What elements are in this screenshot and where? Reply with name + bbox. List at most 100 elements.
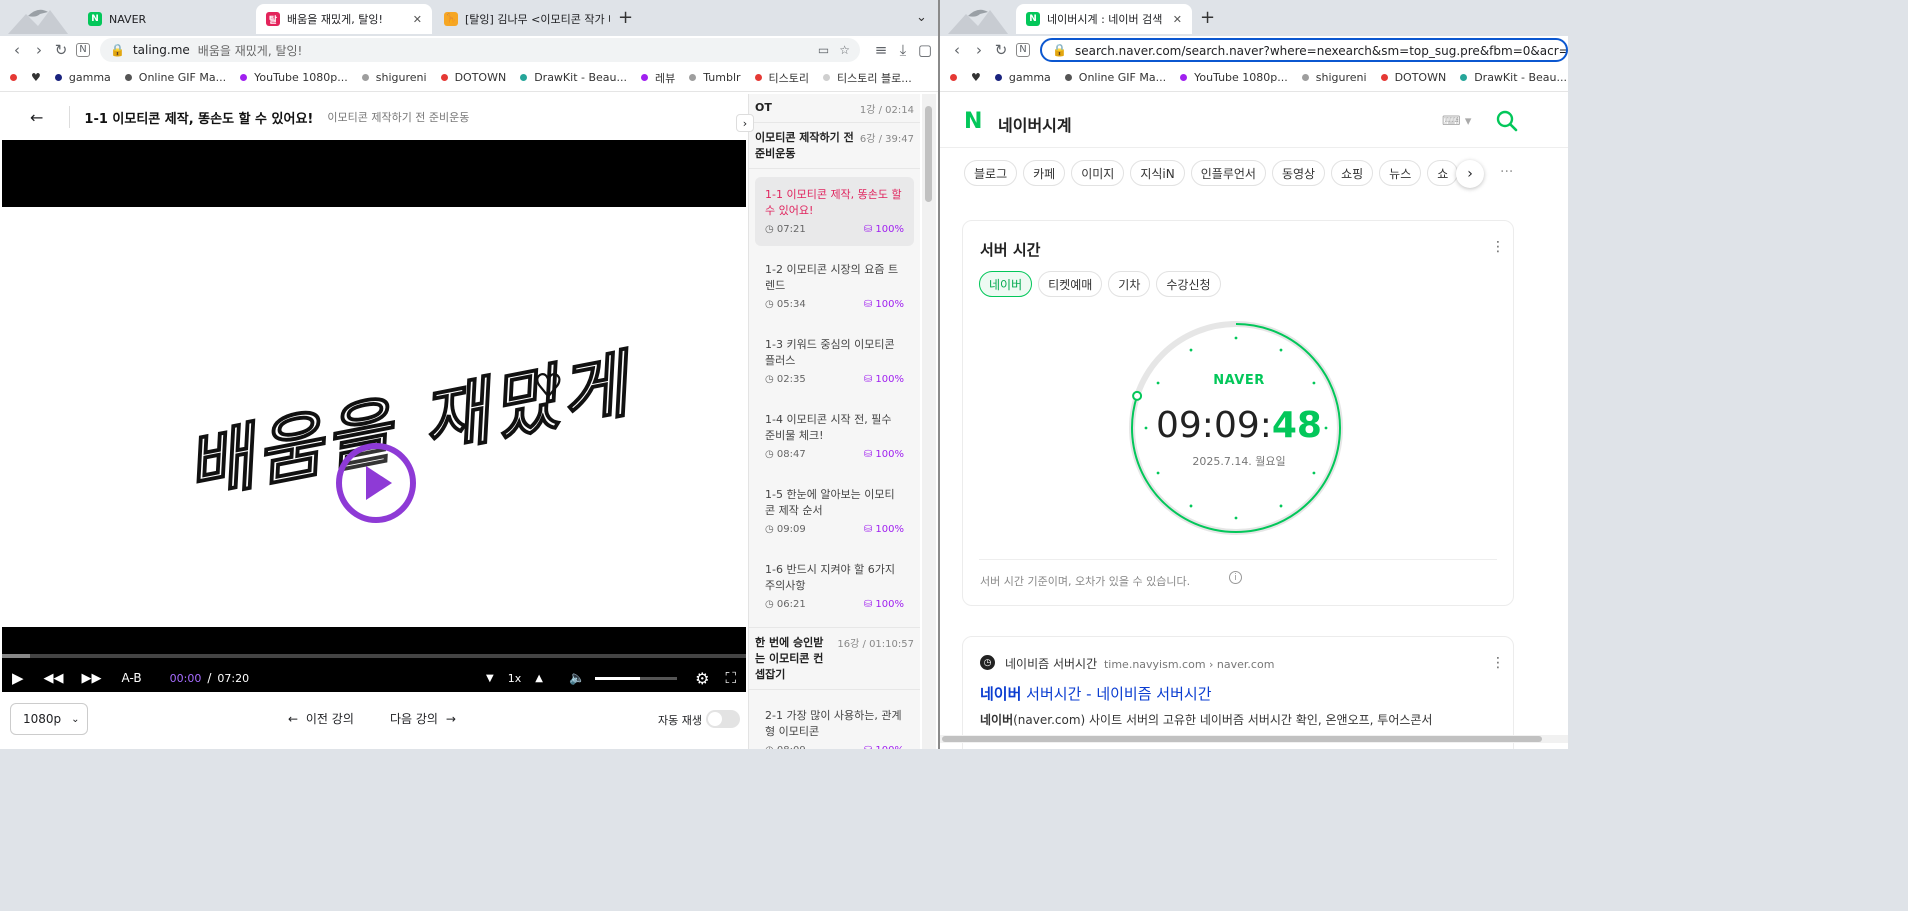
tab-taling[interactable]: 탈 배움을 재밌게, 탈잉! ✕ [256, 4, 432, 34]
naver-n-icon[interactable]: N [1016, 43, 1030, 57]
forward-arrow-icon[interactable]: › [968, 41, 990, 59]
category-next-button[interactable]: › [1456, 160, 1484, 188]
settings-gear-icon[interactable]: ⚙ [695, 669, 709, 688]
play-icon[interactable]: ▶ [12, 669, 24, 687]
rewind-icon[interactable]: ◀◀ [44, 671, 64, 686]
bookmark-item[interactable]: Online GIF Ma... [1064, 71, 1166, 84]
bookmark-item[interactable]: DrawKit - Beau... [520, 71, 627, 84]
bookmark-item[interactable]: Online GIF Ma... [124, 71, 226, 84]
result-title-link[interactable]: 네이버 서버시간 - 네이비즘 서버시간 [980, 683, 1212, 704]
bookmark-item[interactable]: DOTOWN [440, 71, 506, 84]
fast-forward-icon[interactable]: ▶▶ [82, 671, 102, 686]
kebab-menu-icon[interactable]: ⋮ [1491, 239, 1505, 255]
result-source[interactable]: 네이비즘 서버시간 time.navyism.com › naver.com [1005, 655, 1274, 672]
lesson-item[interactable]: 1-3 키워드 중심의 이모티콘 플러스 ◷ 02:35 ⛁ 100% [755, 327, 914, 396]
speed-up-icon[interactable]: ▲ [535, 673, 543, 684]
prev-lesson-button[interactable]: ← 이전 강의 [288, 710, 354, 727]
section-concept[interactable]: 한 번에 승인받는 이모티콘 컨셉잡기 16강 / 01:10:57 [749, 627, 920, 690]
bookmark-item[interactable]: 레뷰 [641, 70, 675, 86]
clock-chip[interactable]: 네이버 [979, 271, 1033, 297]
sidebar-scrollbar[interactable] [922, 94, 936, 749]
bookmark-item[interactable]: shigureni [361, 71, 427, 84]
scrollbar-thumb[interactable] [925, 106, 932, 202]
section-ot[interactable]: OT 1강 / 02:14 [749, 94, 920, 123]
extensions-icon[interactable]: ▢ [914, 41, 936, 59]
window-divider[interactable] [938, 0, 940, 749]
reading-list-icon[interactable]: ≡ [870, 41, 892, 59]
close-tab-icon[interactable]: ✕ [413, 13, 422, 26]
category-tab[interactable]: 동영상 [1271, 160, 1326, 186]
volume-icon[interactable]: 🔈 [569, 671, 585, 686]
clock-chip[interactable]: 수강신청 [1156, 271, 1221, 297]
search-query[interactable]: 네이버시계 [998, 112, 1072, 136]
bookmark-item[interactable]: DrawKit - Beau... [1460, 71, 1567, 84]
keyboard-icon[interactable]: ⌨ ▾ [1442, 114, 1471, 129]
autoplay-toggle[interactable] [706, 710, 740, 728]
category-tab[interactable]: 쇼핑 [1331, 160, 1374, 186]
bookmark-red-dot[interactable] [950, 74, 957, 81]
speed-label[interactable]: 1x [508, 672, 522, 685]
back-arrow-icon[interactable]: ← [30, 108, 43, 127]
lesson-item[interactable]: 1-4 이모티콘 시작 전, 필수 준비물 체크! ◷ 08:47 ⛁ 100% [755, 402, 914, 471]
bookmark-item[interactable]: gamma [54, 71, 111, 84]
address-bar[interactable]: 🔒 search.naver.com/search.naver?where=ne… [1040, 38, 1568, 62]
search-icon[interactable] [1496, 110, 1518, 132]
heart-icon[interactable]: ♥ [971, 71, 981, 84]
category-tab[interactable]: 이미지 [1071, 160, 1125, 186]
horizontal-scrollbar[interactable] [940, 735, 1568, 743]
lesson-item[interactable]: 1-1 이모티콘 제작, 똥손도 할 수 있어요! ◷ 07:21 ⛁ 100% [755, 177, 914, 246]
lesson-item[interactable]: 1-2 이모티콘 시장의 요즘 트렌드 ◷ 05:34 ⛁ 100% [755, 252, 914, 321]
bookmark-item[interactable]: DOTOWN [1380, 71, 1446, 84]
video-player[interactable]: 배움을 재밌게 ♡ ▶ ◀◀ ▶▶ A-B 00:00 / 07:20 ▼ 1x… [2, 140, 746, 692]
category-tab[interactable]: 인플루언서 [1190, 160, 1266, 186]
video-play-button[interactable] [336, 443, 416, 523]
new-tab-button[interactable]: + [1200, 8, 1215, 28]
lesson-item[interactable]: 2-1 가장 많이 사용하는, 관계형 이모티콘 ◷ 08:09 ⛁ 100% [755, 698, 914, 749]
tab-list-chevron-icon[interactable]: ⌄ [916, 8, 927, 28]
clock-chip[interactable]: 티켓예매 [1038, 271, 1103, 297]
category-tab[interactable]: 블로그 [964, 160, 1018, 186]
lesson-item[interactable]: 1-6 반드시 지켜야 할 6가지 주의사항 ◷ 06:21 ⛁ 100% [755, 552, 914, 621]
category-tab[interactable]: 카페 [1023, 160, 1066, 186]
category-tab[interactable]: 쇼 [1427, 160, 1459, 186]
reload-icon[interactable]: ↻ [50, 41, 72, 59]
bookmark-item[interactable]: shigureni [1301, 71, 1367, 84]
bookmark-red-dot[interactable] [10, 74, 17, 81]
info-icon[interactable]: i [1229, 571, 1242, 584]
new-tab-button[interactable]: + [618, 8, 633, 28]
close-tab-icon[interactable]: ✕ [1173, 13, 1182, 26]
section-prep[interactable]: 이모티콘 제작하기 전 준비운동 6강 / 39:47 [749, 123, 920, 169]
lesson-item[interactable]: 1-5 한눈에 알아보는 이모티콘 제작 순서 ◷ 09:09 ⛁ 100% [755, 477, 914, 546]
kebab-menu-icon[interactable]: ⋮ [1491, 655, 1505, 671]
heart-icon[interactable]: ♥ [31, 71, 41, 84]
address-bar[interactable]: 🔒 taling.me 배움을 재밌게, 탈잉! ▭ ☆ [100, 38, 860, 62]
cast-icon[interactable]: ▭ [818, 43, 829, 57]
back-arrow-icon[interactable]: ‹ [6, 41, 28, 59]
scrollbar-thumb[interactable] [942, 736, 1542, 742]
category-tab[interactable]: 지식iN [1130, 160, 1185, 186]
forward-arrow-icon[interactable]: › [28, 41, 50, 59]
next-lesson-button[interactable]: 다음 강의 → [390, 710, 456, 727]
naver-n-icon[interactable]: N [76, 43, 90, 57]
back-arrow-icon[interactable]: ‹ [946, 41, 968, 59]
speed-down-icon[interactable]: ▼ [486, 673, 494, 684]
bookmark-star-icon[interactable]: ☆ [839, 43, 850, 57]
reload-icon[interactable]: ↻ [990, 41, 1012, 59]
tab-naver[interactable]: N NAVER [78, 4, 254, 34]
tab-naver-search[interactable]: N 네이버시계 : 네이버 검색 ✕ [1016, 4, 1192, 34]
tab-taling-course[interactable]: 🦒 [탈잉] 김나무 <이모티콘 작가 데 [434, 4, 610, 34]
volume-slider[interactable] [595, 676, 678, 680]
bookmark-item[interactable]: Tumblr [689, 71, 741, 84]
fullscreen-icon[interactable]: ⛶ [725, 669, 736, 687]
more-dots-icon[interactable]: ··· [1500, 164, 1513, 180]
bookmark-item[interactable]: YouTube 1080p... [1180, 71, 1288, 84]
naver-logo[interactable]: N [964, 111, 984, 133]
bookmark-item[interactable]: 티스토리 [754, 70, 809, 86]
clock-chip[interactable]: 기차 [1108, 271, 1151, 297]
category-tab[interactable]: 뉴스 [1379, 160, 1422, 186]
bookmark-item[interactable]: YouTube 1080p... [240, 71, 348, 84]
bookmark-item[interactable]: gamma [994, 71, 1051, 84]
url-text[interactable]: search.naver.com/search.naver?where=nexe… [1075, 42, 1566, 59]
download-icon[interactable]: ⤓ [892, 41, 914, 59]
video-progress-track[interactable] [2, 654, 746, 658]
